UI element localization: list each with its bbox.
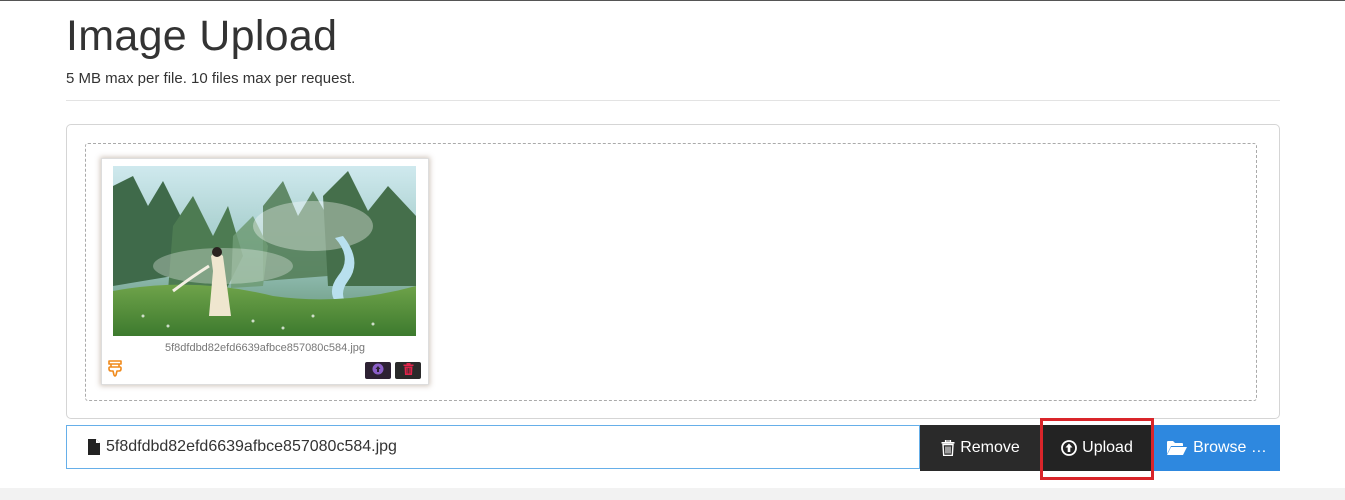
upload-label: Upload bbox=[1082, 439, 1133, 456]
preview-filename: 5f8dfdbd82efd6639afbce857080c584.jpg bbox=[164, 342, 366, 354]
page-title: Image Upload bbox=[66, 12, 338, 60]
preview-upload-button[interactable] bbox=[365, 362, 391, 379]
top-border bbox=[0, 0, 1345, 1]
page-subtitle: 5 MB max per file. 10 files max per requ… bbox=[66, 70, 356, 87]
file-caption-text: 5f8dfdbd82efd6639afbce857080c584.jpg bbox=[106, 438, 397, 455]
upload-circle-icon bbox=[372, 362, 384, 380]
file-preview-card: 5f8dfdbd82efd6639afbce857080c584.jpg bbox=[101, 158, 429, 385]
preview-image bbox=[113, 166, 416, 336]
drop-zone[interactable]: 5f8dfdbd82efd6639afbce857080c584.jpg bbox=[85, 143, 1257, 401]
trash-icon bbox=[941, 440, 955, 456]
header-divider bbox=[66, 100, 1280, 101]
upload-panel: 5f8dfdbd82efd6639afbce857080c584.jpg bbox=[66, 124, 1280, 419]
file-caption-input[interactable]: 5f8dfdbd82efd6639afbce857080c584.jpg bbox=[66, 425, 920, 469]
preview-delete-button[interactable] bbox=[395, 362, 421, 379]
trash-icon bbox=[403, 362, 414, 380]
drag-handle-icon[interactable] bbox=[107, 359, 123, 377]
browse-label: Browse … bbox=[1193, 439, 1267, 456]
upload-button[interactable]: Upload bbox=[1041, 425, 1153, 471]
page-footer-strip bbox=[0, 488, 1345, 500]
upload-circle-icon bbox=[1061, 440, 1078, 456]
folder-open-icon bbox=[1166, 440, 1188, 456]
browse-button[interactable]: Browse … bbox=[1153, 425, 1280, 471]
remove-label: Remove bbox=[960, 439, 1020, 456]
file-icon bbox=[88, 439, 100, 455]
remove-button[interactable]: Remove bbox=[920, 425, 1041, 471]
